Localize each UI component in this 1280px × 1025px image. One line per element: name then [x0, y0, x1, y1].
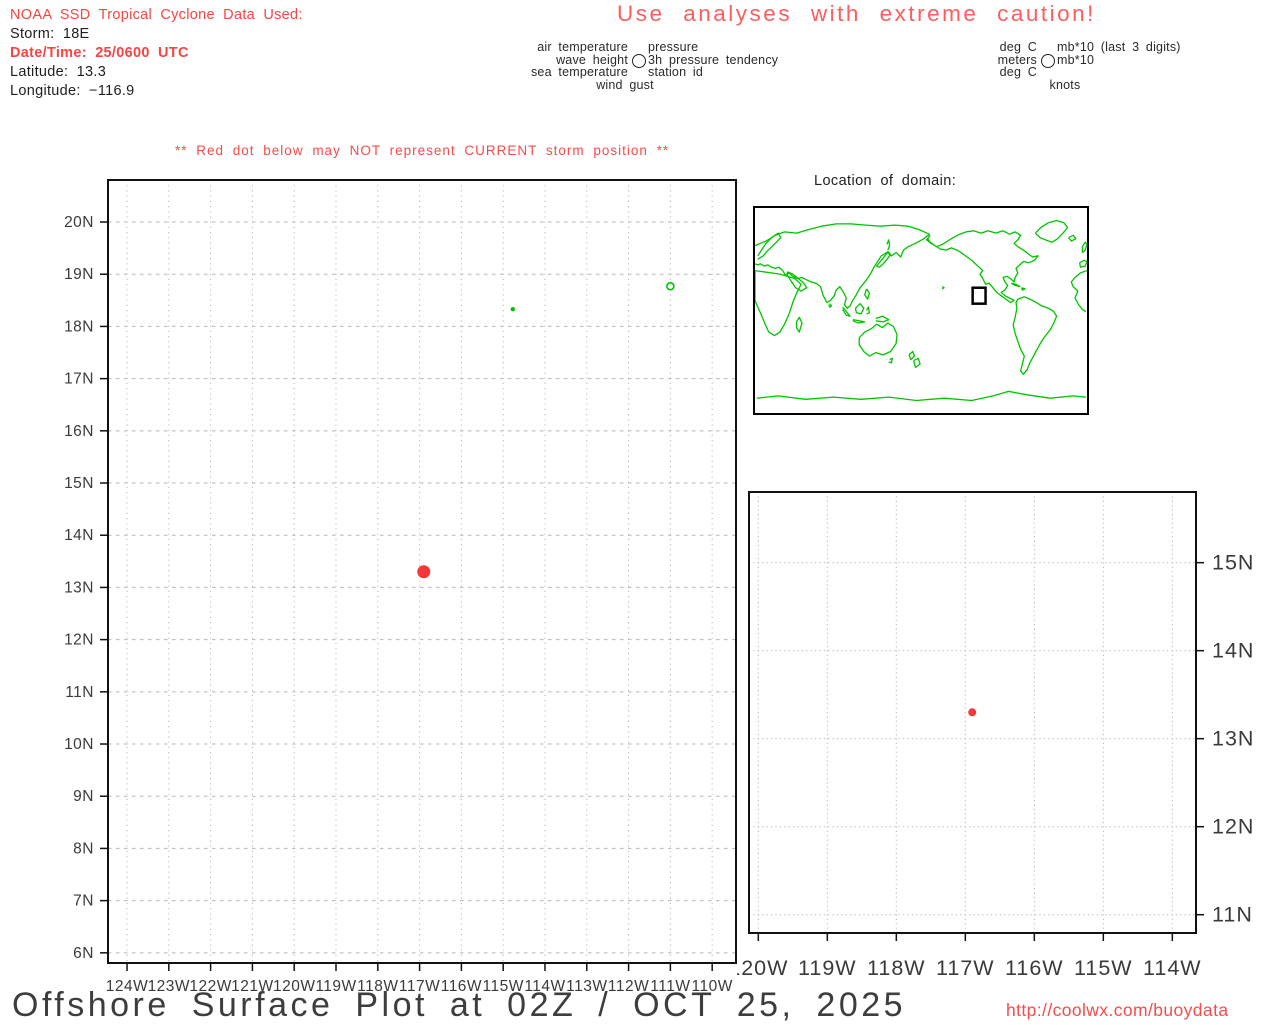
- y-tick-label: 14N: [1212, 639, 1254, 663]
- latitude-line: Latitude: 13.3: [10, 64, 107, 80]
- x-tick-label: 119W: [798, 956, 857, 980]
- coastline: [1011, 282, 1021, 288]
- coastline: [828, 303, 833, 308]
- data-source-line: NOAA SSD Tropical Cyclone Data Used:: [10, 7, 303, 23]
- coastline: [875, 315, 890, 323]
- world-map-inset: [753, 206, 1089, 415]
- coastline: [941, 286, 945, 290]
- buoydata-url-link[interactable]: http://coolwx.com/buoydata: [1006, 1000, 1228, 1021]
- y-tick-label: 6N: [73, 945, 94, 962]
- coastline: [755, 269, 802, 337]
- y-tick-label: 20N: [64, 214, 94, 231]
- coastline: [1068, 234, 1077, 242]
- coastline: [886, 239, 891, 251]
- y-tick-label: 14N: [64, 527, 94, 544]
- y-tick-label: 10N: [64, 736, 94, 753]
- y-tick-label: 17N: [64, 371, 94, 388]
- unit-deg-c-sea: deg C: [999, 65, 1037, 79]
- x-tick-label: 116W: [1005, 956, 1064, 980]
- y-tick-label: 19N: [64, 266, 94, 283]
- clarion-island: [510, 306, 516, 312]
- coastline: [1070, 269, 1087, 313]
- y-tick-label: 8N: [73, 840, 94, 857]
- coastline: [854, 303, 865, 315]
- longitude-line: Longitude: −116.9: [10, 83, 135, 99]
- y-tick-label: 7N: [73, 893, 94, 910]
- y-tick-label: 13N: [1212, 727, 1254, 751]
- legend-wind-gust: wind gust: [596, 77, 654, 92]
- coastline: [1081, 241, 1087, 254]
- coastline: [1012, 296, 1058, 375]
- y-tick-label: 13N: [64, 579, 94, 596]
- coastline: [755, 223, 930, 309]
- coastline: [795, 316, 803, 333]
- coastline: [888, 357, 894, 364]
- station-circle-icon: [632, 54, 646, 68]
- coastline: [858, 322, 898, 357]
- unit-mb10: mb*10: [1057, 52, 1095, 67]
- domain-map-title: Location of domain:: [814, 173, 957, 189]
- x-tick-label: 118W: [867, 956, 926, 980]
- units-legend: deg C meters deg C knots mb*10 (last 3 d…: [930, 41, 1275, 99]
- coastline: [1020, 287, 1026, 291]
- units-circle-icon: [1041, 54, 1055, 68]
- coastline: [757, 232, 782, 260]
- legend-station-id: station id: [648, 65, 704, 79]
- y-tick-label: 15N: [1212, 551, 1254, 575]
- storm-id-line: Storm: 18E: [10, 26, 90, 42]
- y-tick-label: 15N: [64, 475, 94, 492]
- coastline: [925, 230, 1039, 304]
- y-tick-label: 16N: [64, 423, 94, 440]
- plot-title: Offshore Surface Plot at 02Z / OCT 25, 2…: [12, 986, 907, 1024]
- world-map-svg: [755, 219, 1087, 402]
- storm-position-dot: [417, 565, 431, 579]
- header-info-block: NOAA SSD Tropical Cyclone Data Used: Sto…: [10, 6, 303, 101]
- coastline: [864, 288, 871, 300]
- inset-plot-svg: 120W119W118W117W116W115W114W11N12N13N14N…: [737, 491, 1254, 980]
- coastline: [756, 390, 1087, 402]
- y-tick-label: 12N: [64, 632, 94, 649]
- coastline: [912, 357, 921, 369]
- station-model-legend: air temperature wave height sea temperat…: [500, 41, 810, 99]
- y-tick-label: 18N: [64, 318, 94, 335]
- coastline: [1034, 219, 1069, 243]
- storm-position-dot: [968, 708, 977, 717]
- datetime-line: Date/Time: 25/0600 UTC: [10, 45, 189, 61]
- x-tick-label: 115W: [1074, 956, 1133, 980]
- coastline: [852, 318, 866, 324]
- coastline: [908, 350, 916, 361]
- y-tick-label: 9N: [73, 788, 94, 805]
- x-tick-label: 114W: [1143, 956, 1202, 980]
- coastline: [842, 306, 851, 317]
- y-tick-label: 12N: [1212, 815, 1254, 839]
- coastline: [1078, 259, 1087, 268]
- storm-position-warning: ** Red dot below may NOT represent CURRE…: [175, 143, 670, 158]
- x-tick-label: 117W: [936, 956, 995, 980]
- domain-box: [971, 286, 987, 305]
- caution-headline: Use analyses with extreme caution!: [617, 1, 1096, 26]
- unit-knots: knots: [1049, 77, 1081, 92]
- main-plot-svg: 124W 123W 122W 121W 120W 119W 118W 117W 116W 115W…: [64, 179, 737, 995]
- y-tick-label: 11N: [65, 684, 94, 701]
- y-tick-label: 11N: [1212, 903, 1253, 927]
- coastline: [866, 306, 871, 315]
